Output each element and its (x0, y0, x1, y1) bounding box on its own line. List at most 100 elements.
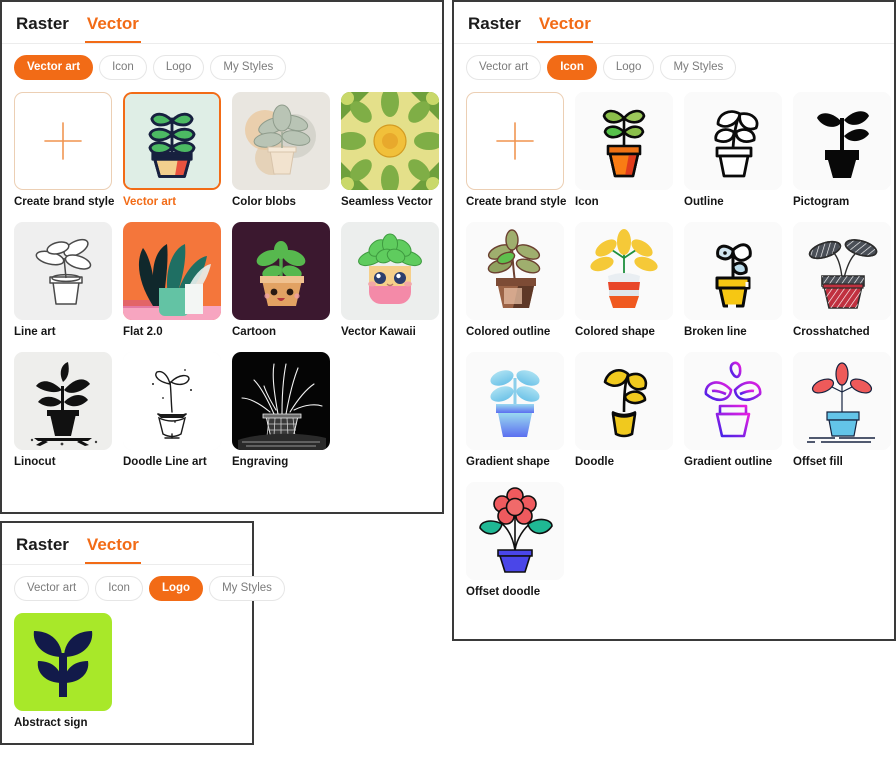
plus-placeholder-icon[interactable] (14, 92, 112, 191)
style-card[interactable]: Vector Kawaii (341, 221, 439, 340)
plant-broken-line-icon[interactable] (684, 221, 782, 320)
style-card[interactable]: Seamless Vector (341, 92, 439, 210)
style-card-label: Gradient shape (466, 455, 550, 468)
style-card-label: Flat 2.0 (123, 325, 163, 338)
style-card[interactable]: Flat 2.0 (123, 221, 221, 340)
style-card-label: Create brand style (466, 196, 567, 209)
plant-crosshatched-icon[interactable] (793, 221, 891, 320)
panel-vector-art: Raster Vector Vector art Icon Logo My Styles C… (0, 0, 444, 514)
style-card[interactable]: Create brand style (466, 92, 567, 210)
style-card[interactable]: Vector art (123, 92, 221, 210)
plant-outline-icon[interactable] (684, 92, 782, 191)
style-card[interactable]: Cartoon (232, 221, 330, 340)
plant-pictogram-icon[interactable] (793, 92, 891, 191)
style-card[interactable]: Broken line (684, 221, 782, 340)
filter-pill-bar: Vector art Icon Logo My Styles (2, 565, 285, 612)
filter-pill-icon[interactable]: Icon (99, 54, 147, 81)
style-card-label: Create brand style (14, 196, 115, 209)
tabbar: Raster Vector (2, 2, 442, 44)
style-card-label: Seamless Vector (341, 196, 433, 209)
style-card[interactable]: Abstract sign (14, 613, 112, 731)
filter-pill-vector-art[interactable]: Vector art (14, 575, 90, 602)
tabbar: Raster Vector (454, 2, 894, 44)
plant-engraving-icon[interactable] (232, 351, 330, 450)
tab-vector[interactable]: Vector (84, 535, 141, 564)
plant-flat-2-icon[interactable] (123, 221, 221, 320)
tab-vector[interactable]: Vector (84, 14, 141, 43)
style-card-label: Offset doodle (466, 585, 541, 598)
tab-raster[interactable]: Raster (14, 535, 71, 564)
style-card-label: Icon (575, 196, 599, 209)
style-card-label: Broken line (684, 325, 747, 338)
leaf-abstract-sign-icon[interactable] (14, 613, 112, 712)
style-card-label: Outline (684, 196, 724, 209)
filter-pill-bar: Vector art Icon Logo My Styles (454, 44, 894, 91)
style-card[interactable]: Create brand style (14, 92, 115, 210)
plant-vector-art-icon[interactable] (123, 92, 221, 191)
style-card[interactable]: Offset fill (793, 351, 891, 470)
screenshot-stage: Raster Vector Vector art Icon Logo My Styles C… (0, 0, 896, 758)
style-card[interactable]: Gradient outline (684, 351, 782, 470)
filter-pill-logo[interactable]: Logo (148, 575, 204, 602)
style-card[interactable]: Outline (684, 92, 782, 210)
style-card[interactable]: Doodle (575, 351, 673, 470)
style-card[interactable]: Color blobs (232, 92, 330, 210)
filter-pill-logo[interactable]: Logo (152, 54, 205, 81)
plant-kawaii-icon[interactable] (341, 221, 439, 320)
filter-pill-icon[interactable]: Icon (95, 575, 143, 602)
style-card-label: Doodle Line art (123, 455, 207, 468)
filter-pill-logo[interactable]: Logo (602, 54, 655, 81)
style-card-label: Abstract sign (14, 717, 88, 730)
style-card-label: Pictogram (793, 196, 850, 209)
style-card-label: Line art (14, 325, 56, 338)
filter-pill-bar: Vector art Icon Logo My Styles (2, 44, 442, 91)
plant-gradient-outline-icon[interactable] (684, 351, 782, 450)
filter-pill-my-styles[interactable]: My Styles (209, 575, 285, 602)
style-card[interactable]: Icon (575, 92, 673, 210)
plant-cartoon-icon[interactable] (232, 221, 330, 320)
style-card-label: Colored outline (466, 325, 551, 338)
style-card[interactable]: Colored shape (575, 221, 673, 340)
style-card[interactable]: Linocut (14, 351, 112, 470)
tab-raster[interactable]: Raster (14, 14, 71, 43)
style-card[interactable]: Engraving (232, 351, 330, 470)
style-card-grid: Create brand style Icon Outline Pictogra… (454, 90, 894, 611)
style-card-label: Cartoon (232, 325, 277, 338)
style-card[interactable]: Line art (14, 221, 112, 340)
style-card[interactable]: Doodle Line art (123, 351, 221, 470)
plant-doodle-line-icon[interactable] (123, 351, 221, 450)
panel-icon: Raster Vector Vector art Icon Logo My Styles C… (452, 0, 896, 641)
plant-icon-orange-icon[interactable] (575, 92, 673, 191)
plant-doodle-icon[interactable] (575, 351, 673, 450)
filter-pill-my-styles[interactable]: My Styles (660, 54, 737, 81)
style-card-label: Linocut (14, 455, 56, 468)
style-card[interactable]: Offset doodle (466, 481, 564, 600)
panel-logo: Raster Vector Vector art Icon Logo My Styles … (0, 521, 285, 745)
tab-raster[interactable]: Raster (466, 14, 523, 43)
plant-gradient-shape-icon[interactable] (466, 351, 564, 450)
plant-color-blobs-icon[interactable] (232, 92, 330, 191)
style-card-label: Crosshatched (793, 325, 870, 338)
plant-line-art-icon[interactable] (14, 221, 112, 320)
plus-placeholder-icon[interactable] (466, 92, 564, 191)
style-card-label: Offset fill (793, 455, 843, 468)
style-card-label: Vector art (123, 196, 177, 209)
plant-linocut-icon[interactable] (14, 351, 112, 450)
filter-pill-icon[interactable]: Icon (547, 54, 597, 81)
style-card[interactable]: Pictogram (793, 92, 891, 210)
plant-offset-fill-icon[interactable] (793, 351, 891, 450)
tab-vector[interactable]: Vector (536, 14, 593, 43)
style-card[interactable]: Crosshatched (793, 221, 891, 340)
plant-colored-shape-icon[interactable] (575, 221, 673, 320)
sunflower-seamless-icon[interactable] (341, 92, 439, 191)
filter-pill-vector-art[interactable]: Vector art (466, 54, 542, 81)
flower-offset-doodle-icon[interactable] (466, 481, 564, 580)
style-card[interactable]: Gradient shape (466, 351, 564, 470)
style-card-label: Engraving (232, 455, 289, 468)
plant-colored-outline-icon[interactable] (466, 221, 564, 320)
filter-pill-my-styles[interactable]: My Styles (210, 54, 287, 81)
style-card-label: Colored shape (575, 325, 655, 338)
style-card[interactable]: Colored outline (466, 221, 564, 340)
filter-pill-vector-art[interactable]: Vector art (14, 54, 94, 81)
style-card-grid: Abstract sign (2, 611, 252, 743)
